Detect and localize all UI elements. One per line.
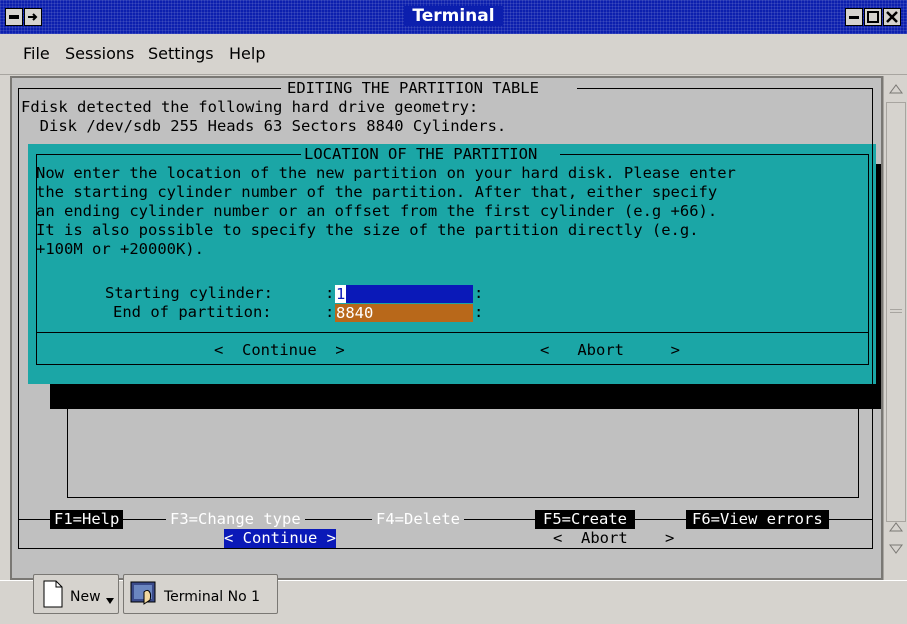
partition-list[interactable] (67, 409, 859, 498)
new-label: New (70, 589, 101, 605)
window-title: Terminal (0, 0, 907, 34)
minimize-icon[interactable] (845, 8, 863, 26)
menu-bar (0, 34, 907, 75)
scroll-up-small-icon[interactable] (888, 518, 904, 536)
outer-box-bottom (18, 548, 873, 549)
cursor: 1 (335, 285, 347, 303)
dialog-border-top-left (36, 154, 301, 155)
terminal-icon (130, 581, 156, 605)
scroll-up-icon[interactable] (888, 80, 904, 98)
new-document-icon (43, 580, 63, 608)
geometry-heading: Fdisk detected the following hard drive … (21, 98, 479, 116)
end-of-partition-value: 8840 (336, 304, 374, 322)
field-colon: : (325, 303, 335, 321)
field-colon: : (325, 284, 335, 302)
vertical-scrollbar[interactable] (883, 76, 907, 580)
f6-view-errors-key[interactable]: F6=View errors (686, 510, 829, 529)
geometry-detail: Disk /dev/sdb 255 Heads 63 Sectors 8840 … (21, 117, 507, 135)
window-menu-icon[interactable] (5, 8, 23, 26)
outer-box-title: EDITING THE PARTITION TABLE (287, 79, 539, 97)
outer-box-left (18, 88, 19, 548)
continue-label: Continue (242, 341, 317, 359)
starting-cylinder-input[interactable]: 1 (335, 285, 473, 303)
end-of-partition-input[interactable]: 8840 (335, 304, 473, 322)
scroll-thumb[interactable] (886, 102, 906, 522)
abort-button[interactable]: < Abort > (540, 341, 680, 360)
dropdown-arrow-icon[interactable] (104, 595, 116, 607)
dialog-text-line: Now enter the location of the new partit… (36, 164, 736, 182)
location-dialog: LOCATION OF THE PARTITION Now enter the … (28, 144, 876, 384)
dialog-title: LOCATION OF THE PARTITION (304, 145, 538, 163)
bottom-abort-button[interactable]: < Abort > (553, 529, 674, 548)
new-session-button[interactable]: New (33, 574, 119, 614)
scroll-down-icon[interactable] (888, 540, 904, 558)
continue-button[interactable]: < Continue > (214, 341, 345, 360)
dialog-border-top-right (560, 154, 868, 155)
menu-help[interactable]: Help (229, 44, 265, 63)
dialog-text-line: the starting cylinder number of the part… (36, 183, 718, 201)
close-icon[interactable] (883, 8, 901, 26)
bottom-continue-button[interactable]: < Continue > (224, 529, 336, 548)
dialog-text-line: It is also possible to specify the size … (36, 221, 699, 239)
menu-settings[interactable]: Settings (148, 44, 214, 63)
dialog-text-line: an ending cylinder number or an offset f… (36, 202, 718, 220)
f5-create-key[interactable]: F5=Create (535, 510, 635, 529)
f4-delete-key[interactable]: F4=Delete (372, 510, 464, 529)
outer-box-top-left (18, 88, 281, 89)
terminal-screen[interactable]: EDITING THE PARTITION TABLE Fdisk detect… (10, 76, 883, 580)
f3-change-type-key[interactable]: F3=Change type (166, 510, 305, 529)
starting-cylinder-label: Starting cylinder: (105, 284, 273, 302)
terminal-tab-label: Terminal No 1 (164, 589, 261, 605)
pin-icon[interactable] (24, 8, 42, 26)
dialog-border-left (36, 154, 37, 364)
dialog-text-line: +100M or +20000K). (36, 240, 204, 258)
outer-box-top-right (577, 88, 873, 89)
field-colon: : (474, 303, 484, 321)
dialog-border-right (868, 154, 869, 364)
f1-help-key[interactable]: F1=Help (50, 510, 124, 529)
abort-label: Abort (577, 341, 624, 359)
menu-file[interactable]: File (23, 44, 50, 63)
maximize-icon[interactable] (864, 8, 882, 26)
field-colon: : (474, 284, 484, 302)
outer-box-right (872, 88, 873, 548)
end-of-partition-label: End of partition: (113, 303, 272, 321)
terminal-session-tab[interactable]: Terminal No 1 (123, 574, 278, 614)
dialog-separator (36, 332, 868, 333)
menu-sessions[interactable]: Sessions (65, 44, 134, 63)
dialog-border-bottom (36, 364, 869, 365)
